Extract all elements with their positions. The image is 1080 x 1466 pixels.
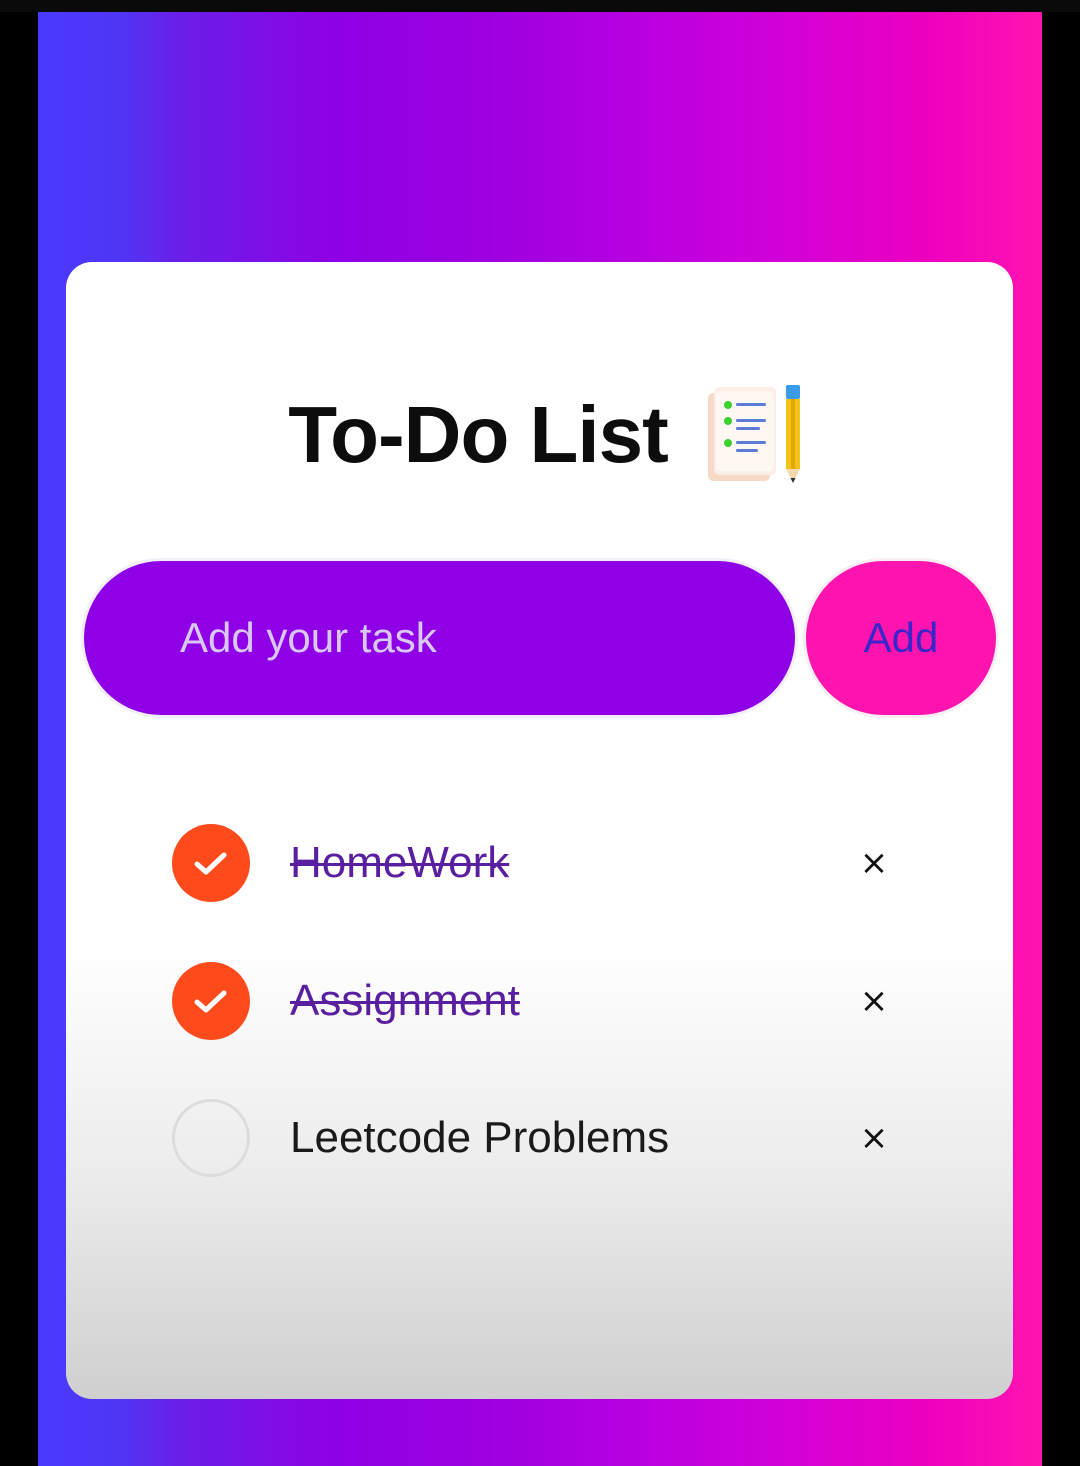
checkmark-icon bbox=[194, 990, 227, 1013]
task-checkbox[interactable] bbox=[172, 962, 250, 1040]
close-icon[interactable]: × bbox=[852, 976, 896, 1026]
list-item[interactable]: HomeWork × bbox=[172, 824, 912, 904]
task-checkbox[interactable] bbox=[172, 1099, 250, 1177]
list-item[interactable]: Leetcode Problems × bbox=[172, 1099, 912, 1179]
notepad-pencil-icon bbox=[707, 385, 800, 483]
status-bar-strip bbox=[0, 0, 1080, 12]
task-input[interactable] bbox=[84, 561, 795, 715]
header: To-Do List bbox=[0, 375, 1080, 495]
task-checkbox[interactable] bbox=[172, 824, 250, 902]
task-label: Assignment bbox=[290, 976, 520, 1025]
checkmark-icon bbox=[194, 852, 227, 875]
task-label: Leetcode Problems bbox=[290, 1113, 670, 1162]
page-title: To-Do List bbox=[288, 390, 669, 479]
task-label: HomeWork bbox=[290, 838, 510, 887]
close-icon[interactable]: × bbox=[852, 1113, 896, 1163]
add-button[interactable]: Add bbox=[806, 561, 996, 715]
list-item[interactable]: Assignment × bbox=[172, 962, 912, 1042]
close-icon[interactable]: × bbox=[852, 838, 896, 888]
